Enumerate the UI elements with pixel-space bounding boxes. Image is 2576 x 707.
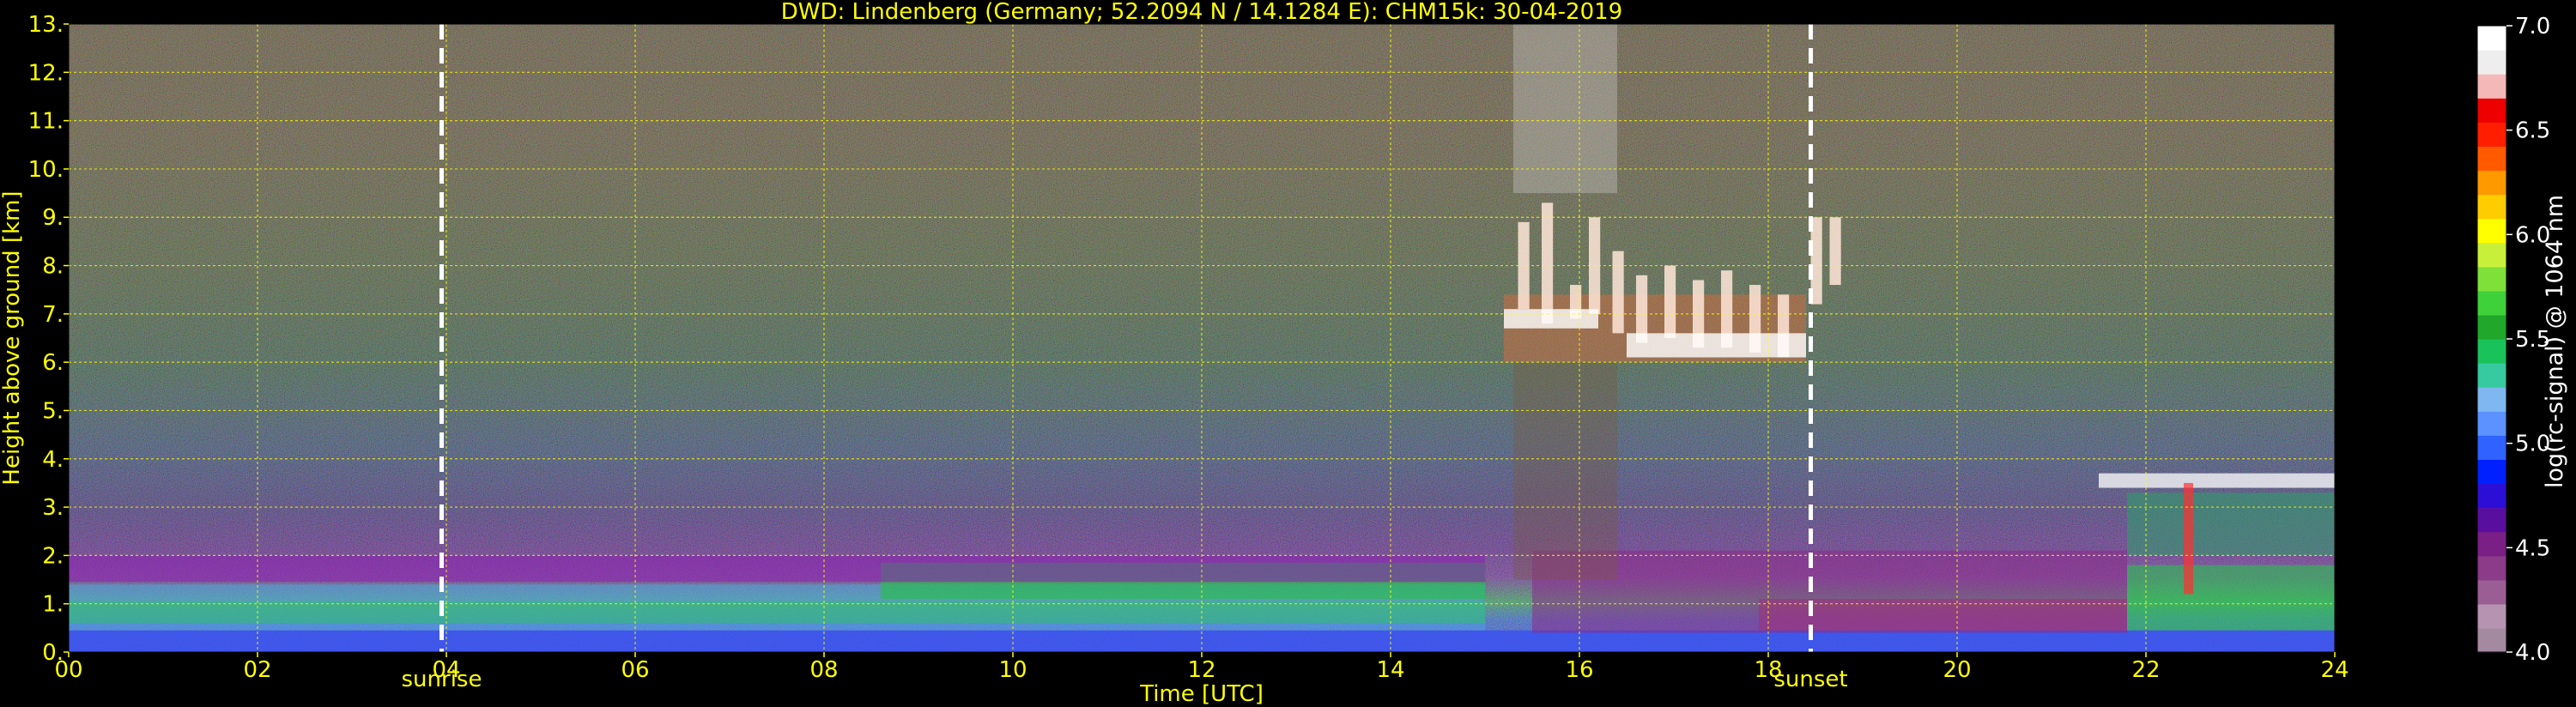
colorbar-segment [2477, 290, 2506, 316]
x-tick-label: 20 [1943, 657, 1971, 683]
colorbar-segment [2477, 218, 2506, 244]
colorbar-tick-label: 4.0 [2515, 640, 2550, 666]
chart-title: DWD: Lindenberg (Germany; 52.2094 N / 14… [781, 0, 1622, 25]
colorbar-segment [2477, 26, 2506, 51]
low-cloud-top [2099, 473, 2335, 488]
low-cloud-streak [2184, 482, 2193, 595]
low-cloud-body [2127, 492, 2335, 556]
y-tick-label: 3. [42, 495, 64, 521]
colorbar-segment [2477, 579, 2506, 605]
colorbar-segment [2477, 194, 2506, 220]
cirrus-plume [1829, 217, 1841, 286]
colorbar-segment [2477, 146, 2506, 172]
late-boundary-layer [2127, 565, 2335, 631]
sunset-label: sunset [1773, 667, 1847, 692]
cirrus-base-west [1504, 309, 1598, 329]
colorbar-segment [2477, 531, 2506, 557]
y-tick-label: 1. [42, 592, 64, 618]
x-tick-label: 06 [621, 657, 649, 683]
y-tick-label: 12. [28, 60, 64, 86]
colorbar-segment [2477, 339, 2506, 364]
colorbar-segment [2477, 387, 2506, 412]
x-tick-label: 10 [998, 657, 1027, 683]
x-tick-label: 02 [243, 657, 271, 683]
cirrus-plume [1542, 202, 1554, 324]
colorbar-segment [2477, 435, 2506, 460]
x-axis-ticks: 00 02 04 06 08 10 12 14 16 18 20 22 24 [54, 652, 2349, 683]
cirrus-plume [1612, 251, 1624, 334]
colorbar-segment [2477, 50, 2506, 75]
sunrise-label: sunrise [402, 667, 482, 692]
colorbar-tick-label: 6.5 [2515, 118, 2550, 144]
colorbar-segment [2477, 483, 2506, 509]
y-axis-ticks: 0. 1. 2. 3. 4. 5. 6. 7. 8. 9. 10. 11. 12. 13. [28, 12, 69, 666]
y-tick-label: 4. [42, 447, 64, 473]
y-tick-label: 11. [28, 109, 64, 135]
boundary-layer-top [69, 555, 1485, 583]
colorbar-segment [2477, 411, 2506, 436]
colorbar [2476, 25, 2507, 653]
colorbar-segment [2477, 74, 2506, 99]
x-axis-label: Time [UTC] [1139, 681, 1264, 707]
fall-streaks [1513, 362, 1617, 580]
cirrus-base-east [1627, 333, 1806, 358]
colorbar-segment [2477, 627, 2506, 653]
y-tick-label: 8. [42, 254, 64, 280]
y-tick-label: 5. [42, 398, 64, 424]
x-tick-label: 12 [1187, 657, 1215, 683]
cirrus-plume [1636, 275, 1648, 343]
high-signal-column [1513, 24, 1617, 194]
x-tick-label: 14 [1376, 657, 1404, 683]
plot-area [69, 24, 2335, 652]
colorbar-tick-label: 4.5 [2515, 535, 2550, 561]
x-tick-label: 24 [2320, 657, 2349, 683]
y-tick-label: 9. [42, 205, 64, 231]
colorbar-segment [2477, 459, 2506, 485]
x-tick-label: 22 [2131, 657, 2160, 683]
y-tick-label: 0. [42, 640, 64, 666]
colorbar-segment [2477, 98, 2506, 123]
colorbar-segment [2477, 170, 2506, 196]
y-tick-label: 6. [42, 350, 64, 376]
y-tick-label: 10. [28, 157, 64, 183]
colorbar-label: log(rc-signal) @ 1064 nm [2542, 195, 2568, 488]
colorbar-segment [2477, 122, 2506, 147]
sun-event-labels: sunrise sunset [402, 667, 1848, 692]
x-tick-label: 16 [1565, 657, 1593, 683]
x-tick-label: 08 [809, 657, 838, 683]
y-tick-label: 13. [28, 12, 64, 38]
colorbar-segment [2477, 603, 2506, 629]
boundary-layer-green [69, 601, 1485, 624]
y-tick-label: 7. [42, 302, 64, 328]
colorbar-segment [2477, 266, 2506, 292]
ceilometer-chart: 00 02 04 06 08 10 12 14 16 18 20 22 24 0.1.2.3.4.5.6… [0, 0, 2568, 707]
evening-nocturnal-layer [1759, 599, 2127, 631]
cirrus-plume [1664, 265, 1676, 338]
y-axis-label: Height above ground [km] [0, 190, 25, 485]
colorbar-segment [2477, 555, 2506, 581]
colorbar-segment [2477, 507, 2506, 533]
colorbar-segment [2477, 363, 2506, 388]
colorbar-tick-label: 7.0 [2515, 14, 2550, 39]
colorbar-segment [2477, 242, 2506, 268]
colorbar-segment [2477, 314, 2506, 340]
y-tick-label: 2. [42, 543, 64, 569]
